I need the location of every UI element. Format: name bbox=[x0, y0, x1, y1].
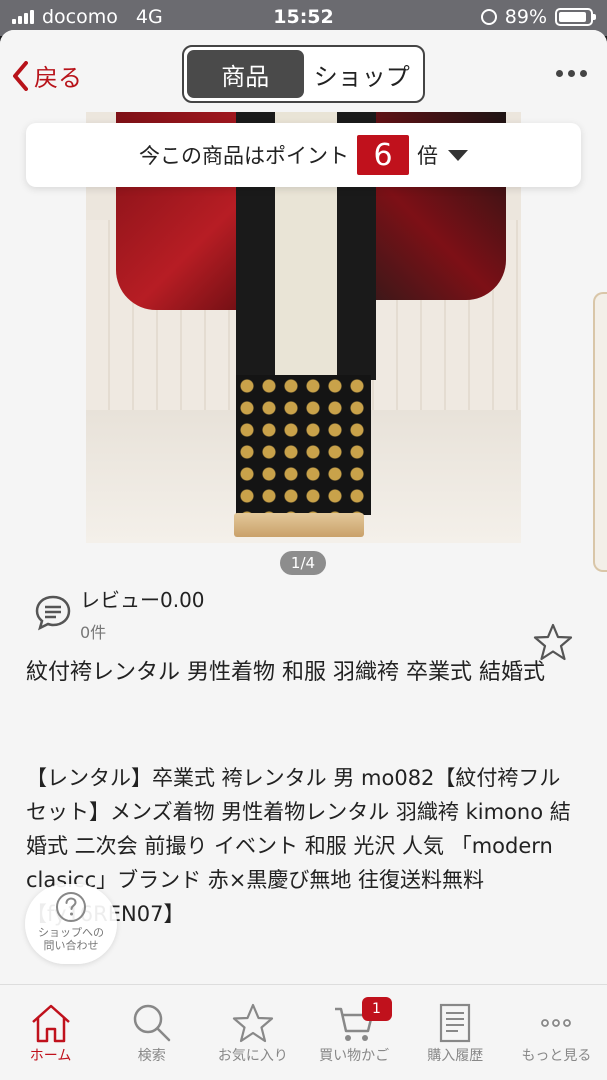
contact-label-line2: 問い合わせ bbox=[43, 939, 99, 952]
review-score: レビュー0.00 bbox=[80, 588, 205, 612]
back-button[interactable]: 戻る bbox=[12, 58, 82, 93]
home-icon bbox=[31, 1004, 70, 1043]
battery-percent: 89% bbox=[504, 6, 547, 28]
caret-down-icon bbox=[448, 149, 468, 161]
more-options-button[interactable] bbox=[556, 70, 587, 77]
review-count: 0件 bbox=[80, 623, 107, 642]
points-text: 今この商品はポイント bbox=[139, 144, 349, 168]
tab-home[interactable]: ホーム bbox=[0, 985, 101, 1080]
tab-purchase-history[interactable]: 購入履歴 bbox=[405, 985, 506, 1080]
tab-search[interactable]: 検索 bbox=[101, 985, 202, 1080]
tab-product[interactable]: 商品 bbox=[187, 50, 304, 98]
chevron-left-icon bbox=[13, 60, 28, 91]
tab-more-label: もっと見る bbox=[521, 1048, 592, 1064]
cart-badge: 1 bbox=[361, 997, 392, 1021]
tab-home-label: ホーム bbox=[29, 1048, 72, 1064]
product-title: 紋付袴レンタル 男性着物 和服 羽織袴 卒業式 結婚式 bbox=[26, 660, 545, 685]
more-icon bbox=[541, 1019, 572, 1027]
contact-label-line1: ショップへの bbox=[38, 926, 104, 939]
bottom-tab-bar: ホーム 検索 お気に入り 1 買い物かご 購入履歴 もっと見る bbox=[0, 984, 607, 1080]
review-summary[interactable]: レビュー0.00 0件 bbox=[34, 584, 205, 643]
tab-shop[interactable]: ショップ bbox=[304, 50, 421, 98]
image-pager: 1/4 bbox=[280, 551, 326, 575]
points-suffix: 倍 bbox=[417, 144, 438, 168]
rotation-lock-icon bbox=[480, 9, 497, 25]
tab-cart[interactable]: 1 買い物かご bbox=[304, 985, 405, 1080]
next-image-peek[interactable] bbox=[593, 292, 607, 572]
points-banner[interactable]: 今この商品はポイント 6 倍 bbox=[26, 123, 581, 187]
tab-search-label: 検索 bbox=[137, 1048, 166, 1064]
tab-favorites[interactable]: お気に入り bbox=[202, 985, 303, 1080]
tab-favorites-label: お気に入り bbox=[217, 1048, 288, 1064]
tab-more[interactable]: もっと見る bbox=[506, 985, 607, 1080]
points-multiplier: 6 bbox=[357, 135, 409, 175]
back-label: 戻る bbox=[34, 64, 82, 92]
tab-history-label: 購入履歴 bbox=[427, 1048, 484, 1064]
chat-bubble-icon bbox=[35, 595, 71, 631]
receipt-icon bbox=[440, 1003, 471, 1043]
battery-icon bbox=[555, 8, 596, 26]
tab-cart-label: 買い物かご bbox=[319, 1048, 390, 1064]
product-sheet: 戻る 商品 ショップ 今この商品はポイント 6 倍 1/4 レビュー0.00 0… bbox=[0, 30, 607, 1080]
question-bubble-icon bbox=[56, 892, 86, 922]
search-icon bbox=[133, 1004, 170, 1042]
shop-contact-button[interactable]: ショップへの 問い合わせ bbox=[25, 884, 117, 964]
star-icon bbox=[232, 1003, 274, 1043]
segment-control: 商品 ショップ bbox=[182, 45, 425, 103]
nav-header: 戻る 商品 ショップ bbox=[0, 30, 607, 112]
dot-icon bbox=[556, 70, 563, 77]
